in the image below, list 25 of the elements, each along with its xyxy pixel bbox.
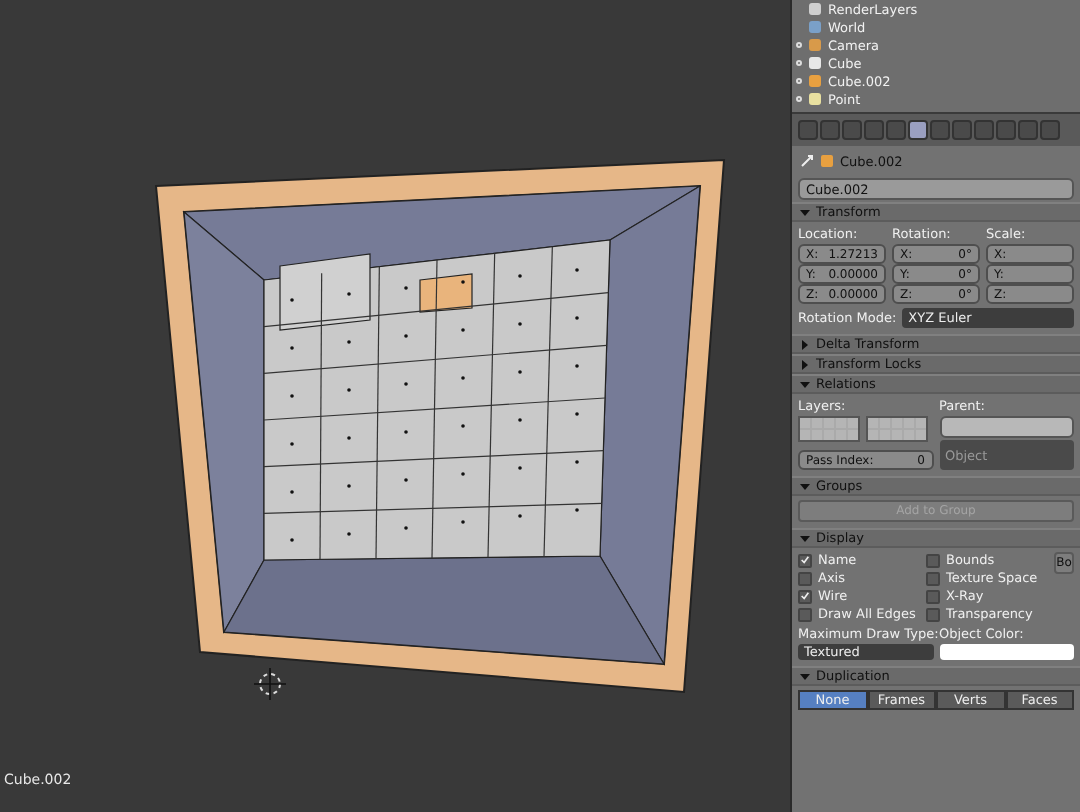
layer-grid[interactable]	[866, 416, 928, 442]
expanded-triangle-icon[interactable]	[800, 207, 810, 217]
expand-dot-icon[interactable]	[796, 60, 802, 66]
properties-tab[interactable]	[908, 120, 928, 140]
checkbox[interactable]	[926, 589, 940, 603]
collapsed-triangle-icon[interactable]	[800, 339, 810, 349]
checkbox[interactable]	[926, 607, 940, 621]
checkbox[interactable]	[926, 571, 940, 585]
expanded-triangle-icon[interactable]	[800, 533, 810, 543]
expand-dot-icon[interactable]	[796, 42, 802, 48]
checked-checkbox[interactable]	[798, 553, 812, 567]
checked-checkbox[interactable]	[798, 589, 812, 603]
expanded-triangle-icon[interactable]	[800, 671, 810, 681]
3d-cursor-icon	[253, 667, 287, 701]
checkbox[interactable]	[798, 607, 812, 621]
color-swatch[interactable]	[939, 644, 1074, 660]
parent-field[interactable]	[939, 416, 1074, 438]
expanded-triangle-icon[interactable]	[800, 481, 810, 491]
expanded-triangle-icon[interactable]	[800, 379, 810, 389]
expand-dot-icon[interactable]	[796, 96, 802, 102]
checkbox[interactable]	[798, 571, 812, 585]
expand-dot-icon[interactable]	[796, 78, 802, 84]
layer-grid[interactable]	[798, 416, 860, 442]
collapsed-triangle-icon[interactable]	[800, 359, 810, 369]
checkbox[interactable]	[926, 553, 940, 567]
